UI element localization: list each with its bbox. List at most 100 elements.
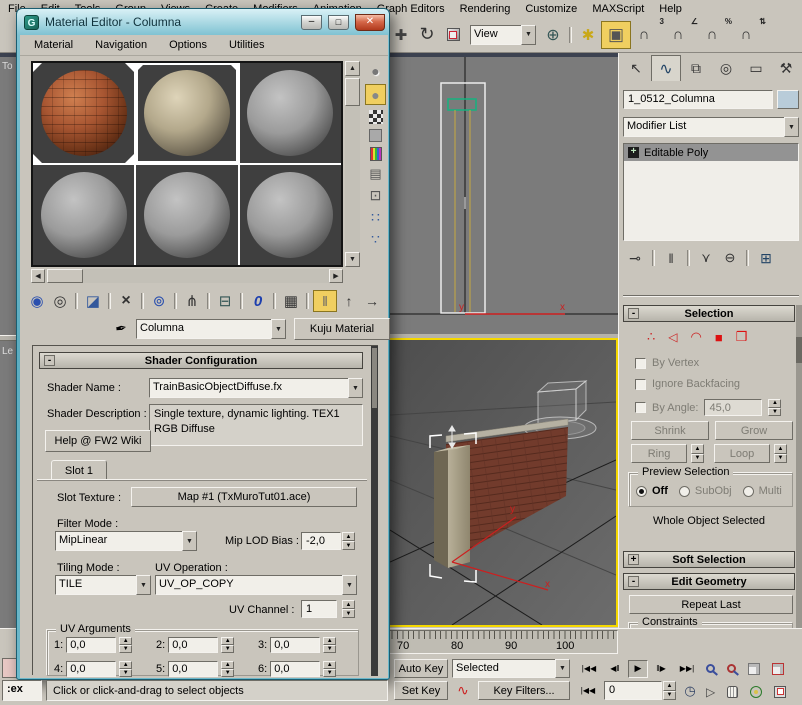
make-material-copy-icon[interactable]: ⊚ [148, 288, 170, 314]
modifier-stack[interactable]: + Editable Poly [623, 143, 799, 241]
stack-row-editable-poly[interactable]: + Editable Poly [624, 144, 798, 161]
me-menu-material[interactable]: Material [34, 39, 73, 51]
me-menu-navigation[interactable]: Navigation [95, 39, 147, 51]
shrink-button[interactable]: Shrink [631, 421, 709, 440]
by-vertex-checkbox[interactable] [635, 358, 646, 369]
tiling-mode-dropdown[interactable]: TILE [55, 575, 151, 595]
sample-slot-6[interactable] [240, 165, 341, 265]
go-to-parent-icon[interactable]: ↑ [338, 288, 360, 314]
object-name-field[interactable]: 1_0512_Columna [623, 90, 773, 109]
minimize-button[interactable]: – [301, 15, 322, 30]
collapse-icon[interactable]: - [628, 308, 639, 319]
uv-arg-3-field[interactable]: 0,0 [270, 637, 320, 653]
select-move-icon[interactable]: ✚ [388, 22, 414, 48]
make-preview-icon[interactable]: ▤ [369, 166, 381, 182]
viewport-label-left[interactable]: Le [2, 346, 13, 357]
border-mode-icon[interactable]: ◠ [691, 329, 702, 345]
uv-operation-dropdown[interactable]: UV_OP_COPY [155, 575, 357, 595]
chevron-down-icon[interactable] [521, 25, 536, 45]
slots-vertical-scrollbar[interactable]: ▲ ▼ [345, 61, 360, 267]
current-frame-field[interactable]: 0 [604, 681, 662, 700]
tab-hierarchy[interactable]: ⧉ [681, 55, 711, 81]
play-button-icon[interactable]: ▶ [628, 660, 648, 678]
go-forward-sibling-icon[interactable]: → [361, 288, 383, 314]
configure-modifier-sets-icon[interactable]: ⊞ [754, 245, 778, 271]
scrollbar-thumb[interactable] [796, 337, 802, 363]
scrollbar-thumb[interactable] [345, 78, 360, 106]
edge-mode-icon[interactable]: ◁ [668, 330, 677, 344]
ring-button[interactable]: Ring [631, 444, 687, 463]
sample-slot-4[interactable] [33, 165, 134, 265]
material-editor-titlebar[interactable]: G Material Editor - Columna – □ ✕ [17, 9, 389, 35]
front-viewport[interactable]: y x [388, 53, 618, 334]
menu-rendering[interactable]: Rendering [460, 3, 511, 15]
put-to-library-icon[interactable]: ⊟ [214, 288, 236, 314]
me-menu-utilities[interactable]: Utilities [229, 39, 264, 51]
zoom-icon[interactable] [706, 664, 715, 673]
uv-arg-3-spinner[interactable] [323, 637, 336, 653]
uv-arg-2-field[interactable]: 0,0 [168, 637, 218, 653]
material-name-dropdown[interactable]: Columna [136, 319, 286, 339]
selection-set-dropdown[interactable]: Selected [452, 659, 570, 678]
uv-arg-2-spinner[interactable] [221, 637, 234, 653]
grow-button[interactable]: Grow [715, 421, 793, 440]
previous-key-icon[interactable]: |◀◀ [576, 681, 600, 700]
percent-snap-icon[interactable]: ∩% [699, 22, 725, 48]
reference-coordinate-dropdown[interactable]: View [470, 25, 536, 45]
previous-frame-icon[interactable]: ◀‖ [605, 664, 625, 673]
go-to-end-icon[interactable]: ▶▶| [674, 664, 700, 673]
sample-slot-5[interactable] [136, 165, 237, 265]
go-to-start-icon[interactable]: |◀◀ [576, 664, 602, 673]
me-menu-options[interactable]: Options [169, 39, 207, 51]
shader-name-dropdown[interactable]: TrainBasicObjectDiffuse.fx [149, 378, 363, 398]
edit-geometry-rollout-header[interactable]: - Edit Geometry [623, 573, 795, 590]
uv-arg-4-field[interactable]: 0,0 [66, 661, 116, 677]
mip-lod-bias-spinner[interactable] [342, 532, 355, 550]
slot-texture-button[interactable]: Map #1 (TxMuroTut01.ace) [131, 487, 357, 507]
maximize-button[interactable]: □ [328, 15, 349, 30]
time-configuration-icon[interactable]: ◷ [680, 681, 700, 700]
snap-3d-icon[interactable]: ∩3 [631, 22, 657, 48]
chevron-down-icon[interactable] [348, 378, 363, 398]
video-color-check-icon[interactable] [370, 147, 382, 161]
filter-mode-dropdown[interactable]: MipLinear [55, 531, 197, 551]
loop-button[interactable]: Loop [714, 444, 770, 463]
ignore-backfacing-checkbox[interactable] [635, 379, 646, 390]
zoom-all-icon[interactable] [727, 664, 736, 673]
zoom-extents-all-icon[interactable] [772, 663, 784, 675]
by-angle-checkbox[interactable] [635, 402, 646, 413]
field-of-view-icon[interactable]: ▷ [706, 685, 715, 699]
slots-horizontal-scrollbar[interactable]: ◀ ▶ [31, 269, 343, 283]
tab-create[interactable]: ↖ [621, 55, 651, 81]
help-fw2-wiki-button[interactable]: Help @ FW2 Wiki [45, 430, 151, 452]
repeat-last-button[interactable]: Repeat Last [629, 595, 793, 614]
show-end-result-icon[interactable]: ‖ [313, 290, 337, 312]
chevron-down-icon[interactable] [271, 319, 286, 339]
uv-arg-1-field[interactable]: 0,0 [66, 637, 116, 653]
spinner-snap-icon[interactable]: ∩⇅ [733, 22, 759, 48]
set-key-button[interactable]: Set Key [394, 681, 448, 700]
make-unique-icon[interactable]: ⋎ [695, 245, 717, 271]
backlight-icon[interactable]: ● [365, 84, 386, 105]
by-angle-field[interactable]: 45,0 [704, 399, 762, 416]
uv-arg-6-field[interactable]: 0,0 [270, 661, 320, 677]
menu-help[interactable]: Help [659, 3, 682, 15]
remove-modifier-icon[interactable]: ⊖ [719, 245, 741, 271]
make-unique-icon[interactable]: ⋔ [181, 288, 203, 314]
get-material-icon[interactable]: ◉ [26, 288, 48, 314]
frame-spinner[interactable] [663, 681, 676, 700]
key-mode-icon[interactable]: ∿ [452, 681, 474, 700]
front-viewport-canvas[interactable]: y x [388, 57, 618, 334]
sample-slot-3[interactable] [240, 63, 341, 163]
uv-arg-4-spinner[interactable] [119, 661, 132, 677]
modifier-list-dropdown[interactable]: Modifier List [623, 117, 799, 137]
chevron-down-icon[interactable] [555, 659, 570, 678]
collapse-icon[interactable]: - [44, 355, 55, 366]
show-map-in-viewport-icon[interactable]: ▦ [280, 288, 302, 314]
polygon-mode-icon[interactable]: ■ [715, 330, 723, 345]
show-end-result-icon[interactable]: ‖ [660, 245, 682, 271]
sample-type-icon[interactable]: ● [371, 63, 379, 79]
menu-customize[interactable]: Customize [525, 3, 577, 15]
perspective-viewport[interactable]: y x [388, 338, 618, 627]
mip-lod-bias-field[interactable]: -2,0 [301, 532, 341, 550]
